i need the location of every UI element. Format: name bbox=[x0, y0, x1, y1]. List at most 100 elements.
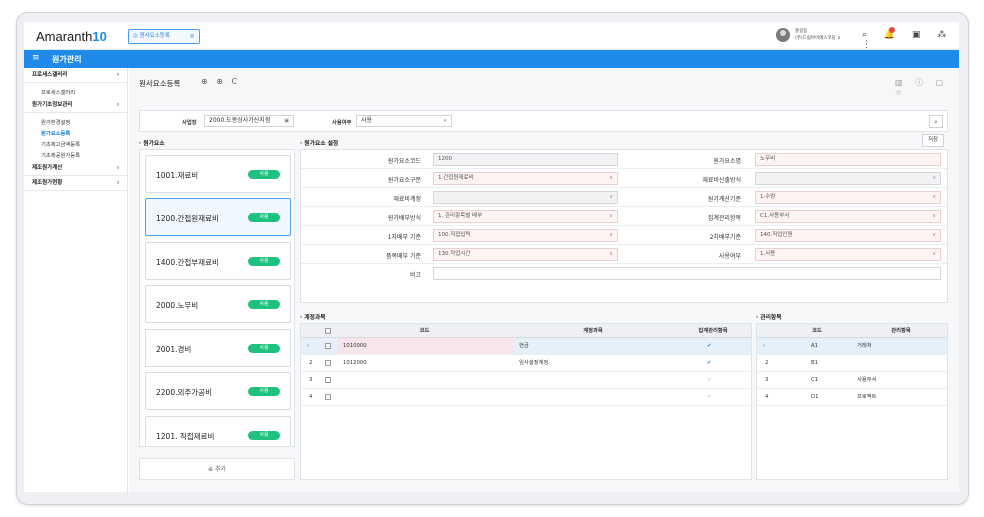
check-icon[interactable]: ✔ bbox=[707, 372, 711, 389]
sidebar-group-basic[interactable]: 원가기초정보관리 ∧ bbox=[24, 98, 128, 113]
module-header: ≡ 원가관리 bbox=[24, 50, 959, 68]
mgmt-name-cell[interactable]: 프로젝트 bbox=[857, 389, 877, 406]
list-item[interactable]: 2001.경비 사용 bbox=[145, 329, 291, 367]
close-icon[interactable]: × bbox=[189, 30, 195, 43]
check-icon[interactable]: ✔ bbox=[707, 338, 711, 355]
mgmt-code-cell[interactable]: B1 bbox=[811, 355, 818, 372]
check-icon[interactable]: ✔ bbox=[707, 355, 711, 372]
user-profile[interactable]: 홍길동 (주)드림아이메스코당 ∨ bbox=[776, 28, 856, 44]
status-badge: 사용 bbox=[248, 300, 280, 309]
mgmt-name-cell[interactable]: 거래처 bbox=[857, 338, 872, 355]
select-all-checkbox[interactable] bbox=[325, 328, 331, 334]
row-number: 2 bbox=[765, 360, 769, 366]
sidebar: 프로세스갤러리 ∧ 프로세스갤러리 원가기초정보관리 ∧ 원가환경설정 원가요소등록… bbox=[24, 68, 128, 492]
chevron-down-icon: ∨ bbox=[443, 118, 447, 124]
chevron-up-icon[interactable]: ∧ bbox=[116, 68, 120, 83]
app-logo[interactable]: Amaranth10 bbox=[36, 29, 107, 44]
chevron-down-icon: ∨ bbox=[609, 213, 613, 219]
account-cell[interactable]: 현금 bbox=[519, 338, 529, 355]
status-badge: 사용 bbox=[248, 344, 280, 353]
calendar-icon[interactable]: ▣ bbox=[284, 116, 289, 126]
table-row[interactable]: › A1 거래처 bbox=[757, 338, 947, 355]
table-row[interactable]: 2 1012000 임사설정계정 ✔ bbox=[301, 355, 751, 372]
code-cell[interactable]: 1012000 bbox=[343, 355, 367, 372]
type-select[interactable]: 1.간접원재료비 ∨ bbox=[433, 172, 618, 185]
sidebar-item-process-gallery[interactable]: 프로세스갤러리 bbox=[41, 88, 75, 96]
mgmt-name-cell[interactable]: 사용부서 bbox=[857, 372, 877, 389]
col-code: 코드 bbox=[419, 328, 430, 334]
table-row[interactable]: › 1010000 현금 ✔ bbox=[301, 338, 751, 355]
sidebar-item-base-cost[interactable]: 기초제공원가등록 bbox=[41, 151, 80, 159]
code-field[interactable]: 1200 bbox=[433, 153, 618, 166]
toolbar-icons[interactable]: ⌕ 🔔 ▣ ⁂ ⋮ bbox=[862, 30, 959, 50]
sidebar-item-cost-element[interactable]: 원가요소등록 bbox=[41, 129, 70, 137]
code-cell[interactable]: 1010000 bbox=[343, 338, 367, 355]
list-item[interactable]: 1201. 직접재료비 사용 bbox=[145, 416, 291, 446]
col-mgmt-code: 코드 bbox=[812, 328, 822, 334]
chevron-down-icon[interactable]: ∨ bbox=[116, 161, 120, 176]
method-select[interactable]: ∨ bbox=[755, 172, 941, 185]
top-bar: Amaranth10 ◎ 원사요소등록 × 홍길동 (주)드림아이메스코당 ∨ ⌕… bbox=[24, 22, 959, 50]
sidebar-item-base-stock[interactable]: 기초제고금액등록 bbox=[41, 140, 80, 148]
account-select[interactable]: ∨ bbox=[433, 191, 618, 204]
filter-bar: 사업장 2000.도몽상사가산지점 ▣ 사용여부 사용 ∨ ⌕ bbox=[139, 110, 948, 132]
table-row[interactable]: 3 C1 사용부서 bbox=[757, 372, 947, 389]
sidebar-group-status[interactable]: 제조원가현황 ∨ bbox=[24, 176, 128, 191]
menu-icon[interactable]: ≡ bbox=[32, 53, 40, 63]
list-item[interactable]: 2000.노무비 사용 bbox=[145, 285, 291, 323]
chevron-down-icon: ∨ bbox=[932, 175, 936, 181]
row-checkbox[interactable] bbox=[325, 360, 331, 366]
second-alloc-select[interactable]: 140.직업인원 ∨ bbox=[755, 229, 941, 242]
cost-element-list[interactable]: 1001.재료비 사용 1200.간접원재료비 사용 1400.간접부재료비 사용 2… bbox=[139, 149, 295, 447]
table-row[interactable]: 2 B1 bbox=[757, 355, 947, 372]
calc-select[interactable]: 1.수량 ∨ bbox=[755, 191, 941, 204]
chevron-down-icon: ∨ bbox=[932, 194, 936, 200]
item-alloc-select[interactable]: 130.작업시간 ∨ bbox=[433, 248, 618, 261]
first-alloc-label: 1차배부 기준 bbox=[387, 234, 421, 241]
account-cell[interactable]: 임사설정계정 bbox=[519, 355, 548, 372]
aggr-select[interactable]: C1.사용부서 ∨ bbox=[755, 210, 941, 223]
table-row[interactable]: 3 ✔ bbox=[301, 372, 751, 389]
sidebar-group-calc[interactable]: 제조원가계산 ∨ bbox=[24, 161, 128, 176]
chevron-down-icon: ∨ bbox=[609, 251, 613, 257]
site-select[interactable]: 2000.도몽상사가산지점 ▣ bbox=[204, 115, 294, 127]
status-badge: 사용 bbox=[248, 431, 280, 440]
chevron-up-icon[interactable]: ∧ bbox=[116, 98, 120, 113]
list-item[interactable]: 1400.간접부재료비 사용 bbox=[145, 242, 291, 280]
list-item[interactable]: 2200.외주가공비 사용 bbox=[145, 372, 291, 410]
use-field-select[interactable]: 1.사용 ∨ bbox=[755, 248, 941, 261]
check-icon[interactable]: ✔ bbox=[707, 389, 711, 406]
row-checkbox[interactable] bbox=[325, 343, 331, 349]
name-label: 원가요소명 bbox=[713, 158, 741, 165]
add-button[interactable]: ⊕ 추가 bbox=[139, 458, 295, 480]
mgmt-code-cell[interactable]: C1 bbox=[811, 372, 818, 389]
page-action-icons[interactable]: ⊕ ⊕ C bbox=[201, 77, 240, 86]
use-select[interactable]: 사용 ∨ bbox=[356, 115, 452, 127]
list-item[interactable]: 1200.간접원재료비 사용 bbox=[145, 198, 291, 236]
sidebar-item-env[interactable]: 원가환경설정 bbox=[41, 118, 70, 126]
search-button[interactable]: ⌕ bbox=[929, 115, 943, 128]
name-field[interactable]: 노무비 bbox=[755, 153, 941, 166]
row-number: › bbox=[307, 343, 310, 349]
accounts-section-title: · 계정과목 bbox=[300, 315, 326, 321]
chevron-down-icon: ∨ bbox=[609, 232, 613, 238]
sidebar-group-process[interactable]: 프로세스갤러리 ∧ bbox=[24, 68, 128, 83]
open-tab-cost-element[interactable]: ◎ 원사요소등록 × bbox=[128, 29, 200, 44]
row-checkbox[interactable] bbox=[325, 394, 331, 400]
table-row[interactable]: 4 ✔ bbox=[301, 389, 751, 406]
memo-field[interactable] bbox=[433, 267, 941, 280]
mgmt-code-cell[interactable]: D1 bbox=[811, 389, 818, 406]
list-item[interactable]: 1001.재료비 사용 bbox=[145, 155, 291, 193]
mgmt-code-cell[interactable]: A1 bbox=[811, 338, 818, 355]
status-badge: 사용 bbox=[248, 213, 280, 222]
page-right-icons[interactable]: ▥ ⓘ ▢ ☆ bbox=[895, 77, 959, 97]
chevron-down-icon: ∨ bbox=[932, 251, 936, 257]
chevron-down-icon[interactable]: ∨ bbox=[116, 176, 120, 191]
save-button[interactable]: 저장 bbox=[922, 134, 944, 147]
table-row[interactable]: 4 D1 프로젝트 bbox=[757, 389, 947, 406]
use-label: 사용여부 bbox=[332, 120, 352, 126]
status-badge: 사용 bbox=[248, 387, 280, 396]
row-checkbox[interactable] bbox=[325, 377, 331, 383]
first-alloc-select[interactable]: 100.직접입력 ∨ bbox=[433, 229, 618, 242]
alloc-select[interactable]: 1. 관리항목별 배부 ∨ bbox=[433, 210, 618, 223]
